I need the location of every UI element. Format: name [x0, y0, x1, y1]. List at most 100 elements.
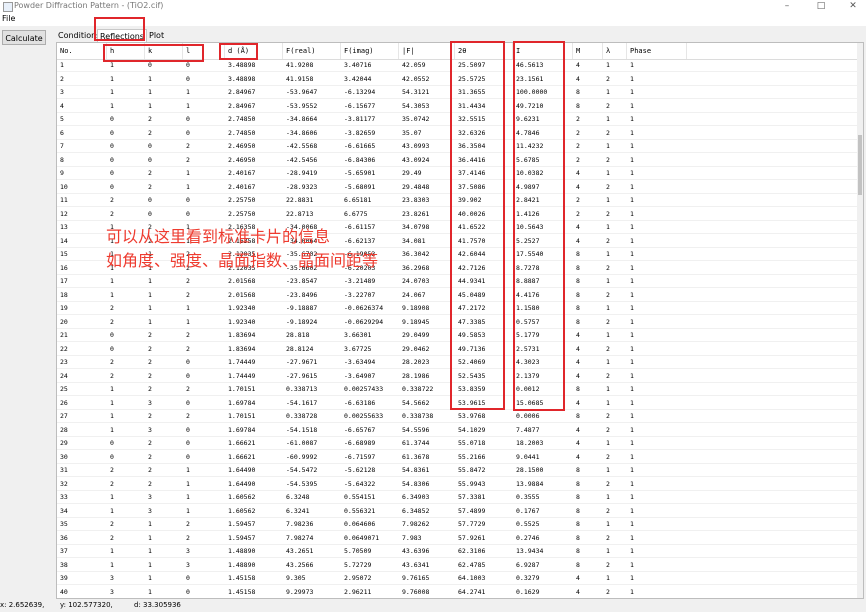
- cell-intensity: 28.1500: [516, 466, 544, 474]
- cell-f-real: 7.98236: [286, 520, 314, 528]
- cell-two-theta: 53.9768: [458, 412, 486, 420]
- table-row[interactable]: 33 1 3 1 1.60562 6.3248 0.554151 6.34903 57.3381…: [57, 492, 857, 504]
- cell-m: 8: [576, 479, 580, 488]
- cell-m: 8: [576, 88, 580, 96]
- cell-h: 2: [110, 466, 114, 474]
- cell-m: 8: [576, 466, 580, 474]
- table-row[interactable]: 34 1 3 1 1.60562 6.3241 0.556321 6.34852 57.4899…: [57, 506, 857, 518]
- cell-phase: 1: [630, 547, 634, 555]
- col-header-f-abs[interactable]: |F|: [399, 43, 455, 59]
- cell-l: 1: [186, 317, 190, 326]
- cell-m: 8: [576, 493, 580, 501]
- cell-m: 8: [576, 520, 580, 528]
- close-icon[interactable]: ✕: [842, 0, 864, 13]
- cell-lambda: 2: [606, 182, 610, 191]
- cell-h: 1: [110, 101, 114, 110]
- cell-f-abs: 54.8306: [402, 479, 430, 488]
- col-header-no[interactable]: No.: [57, 43, 107, 59]
- cell-h: 2: [110, 371, 114, 380]
- cell-k: 1: [148, 547, 152, 555]
- col-header-lambda[interactable]: λ: [603, 43, 627, 59]
- cell-f-imag: 0.00257433: [344, 385, 384, 393]
- cell-k: 0: [148, 142, 152, 150]
- cell-no: 26: [60, 398, 68, 407]
- table-row[interactable]: 40 3 1 0 1.45158 9.29973 2.96211 9.76008 64.2741…: [57, 587, 857, 598]
- cell-d: 3.48898: [228, 74, 256, 83]
- cell-m: 2: [576, 115, 580, 123]
- cell-f-imag: 3.66301: [344, 331, 372, 339]
- cell-k: 1: [148, 574, 152, 582]
- cell-no: 15: [60, 250, 68, 258]
- table-row[interactable]: 36 2 1 2 1.59457 7.98274 0.0649071 7.983 57.9261…: [57, 533, 857, 545]
- cell-l: 1: [186, 182, 190, 191]
- cell-f-abs: 43.6341: [402, 560, 430, 569]
- cell-f-imag: -6.65767: [344, 425, 376, 434]
- maximize-icon[interactable]: □: [810, 0, 832, 13]
- vertical-scrollbar[interactable]: [857, 43, 863, 598]
- highlight-box-intensity: [513, 41, 565, 411]
- col-header-phase[interactable]: Phase: [627, 43, 687, 59]
- col-header-m[interactable]: M: [573, 43, 603, 59]
- cell-k: 2: [148, 344, 152, 353]
- col-header-f-imag[interactable]: F(imag): [341, 43, 399, 59]
- menu-file[interactable]: File: [2, 14, 15, 23]
- minimize-icon[interactable]: –: [776, 0, 798, 13]
- cell-lambda: 2: [606, 425, 610, 434]
- table-row[interactable]: 31 2 2 1 1.64490 -54.5472 -5.62128 54.8361 55.84…: [57, 465, 857, 477]
- cell-f-real: -42.5456: [286, 155, 318, 164]
- cell-h: 1: [110, 277, 114, 285]
- table-row[interactable]: 27 1 2 2 1.70151 0.338728 0.00255633 0.338738 53…: [57, 411, 857, 423]
- table-row[interactable]: 29 0 2 0 1.66621 -61.0087 -6.68989 61.3744 55.07…: [57, 438, 857, 450]
- cell-k: 2: [148, 412, 152, 420]
- cell-m: 4: [576, 236, 580, 245]
- cell-l: 0: [186, 358, 190, 366]
- cell-h: 0: [110, 331, 114, 339]
- table-row[interactable]: 32 2 2 1 1.64490 -54.5395 -5.64322 54.8306 55.99…: [57, 479, 857, 491]
- cell-d: 1.69784: [228, 425, 256, 434]
- highlight-box-two-theta: [450, 41, 505, 410]
- cell-f-abs: 24.067: [402, 290, 426, 299]
- cell-h: 2: [110, 317, 114, 326]
- cell-m: 4: [576, 574, 580, 582]
- cell-phase: 1: [630, 290, 634, 299]
- cell-f-imag: -5.65901: [344, 169, 376, 177]
- cell-h: 0: [110, 128, 114, 137]
- cell-no: 14: [60, 236, 68, 245]
- cell-d: 1.70151: [228, 385, 256, 393]
- cell-lambda: 2: [606, 587, 610, 596]
- col-header-f-real[interactable]: F(real): [283, 43, 341, 59]
- cell-two-theta: 57.7729: [458, 520, 486, 528]
- cell-f-abs: 36.2968: [402, 263, 430, 272]
- tab-plot[interactable]: Plot: [147, 29, 166, 42]
- cell-f-imag: -3.63494: [344, 358, 376, 366]
- cell-no: 28: [60, 425, 68, 434]
- table-row[interactable]: 37 1 1 3 1.48890 43.2651 5.70509 43.6396 62.3106…: [57, 546, 857, 558]
- table-row[interactable]: 28 1 3 0 1.69784 -54.1518 -6.65767 54.5596 54.10…: [57, 425, 857, 437]
- cell-phase: 1: [630, 250, 634, 258]
- cell-k: 1: [148, 533, 152, 542]
- cell-no: 8: [60, 155, 64, 164]
- table-row[interactable]: 39 3 1 0 1.45158 9.305 2.95072 9.76165 64.1003 0.…: [57, 573, 857, 585]
- cell-d: 1.92340: [228, 317, 256, 326]
- cell-k: 1: [148, 317, 152, 326]
- cell-lambda: 2: [606, 506, 610, 515]
- cell-no: 23: [60, 358, 68, 366]
- cell-d: 1.83694: [228, 344, 256, 353]
- cell-k: 2: [148, 439, 152, 447]
- table-row[interactable]: 35 2 1 2 1.59457 7.98236 0.064606 7.98262 57.772…: [57, 519, 857, 531]
- scrollbar-thumb[interactable]: [858, 135, 862, 195]
- cell-f-real: 0.338728: [286, 412, 318, 420]
- cell-f-imag: 5.72729: [344, 560, 372, 569]
- cell-d: 2.25750: [228, 209, 256, 218]
- cell-h: 0: [110, 452, 114, 461]
- cell-no: 20: [60, 317, 68, 326]
- cell-f-imag: -6.63186: [344, 398, 376, 407]
- table-row[interactable]: 30 0 2 0 1.66621 -60.9992 -6.71597 61.3678 55.21…: [57, 452, 857, 464]
- cell-lambda: 2: [606, 412, 610, 420]
- cell-lambda: 2: [606, 101, 610, 110]
- cell-no: 32: [60, 479, 68, 488]
- cell-f-abs: 42.0552: [402, 74, 430, 83]
- table-row[interactable]: 38 1 1 3 1.48890 43.2566 5.72729 43.6341 62.4785…: [57, 560, 857, 572]
- cell-d: 1.59457: [228, 533, 256, 542]
- calculate-button[interactable]: Calculate: [2, 30, 46, 45]
